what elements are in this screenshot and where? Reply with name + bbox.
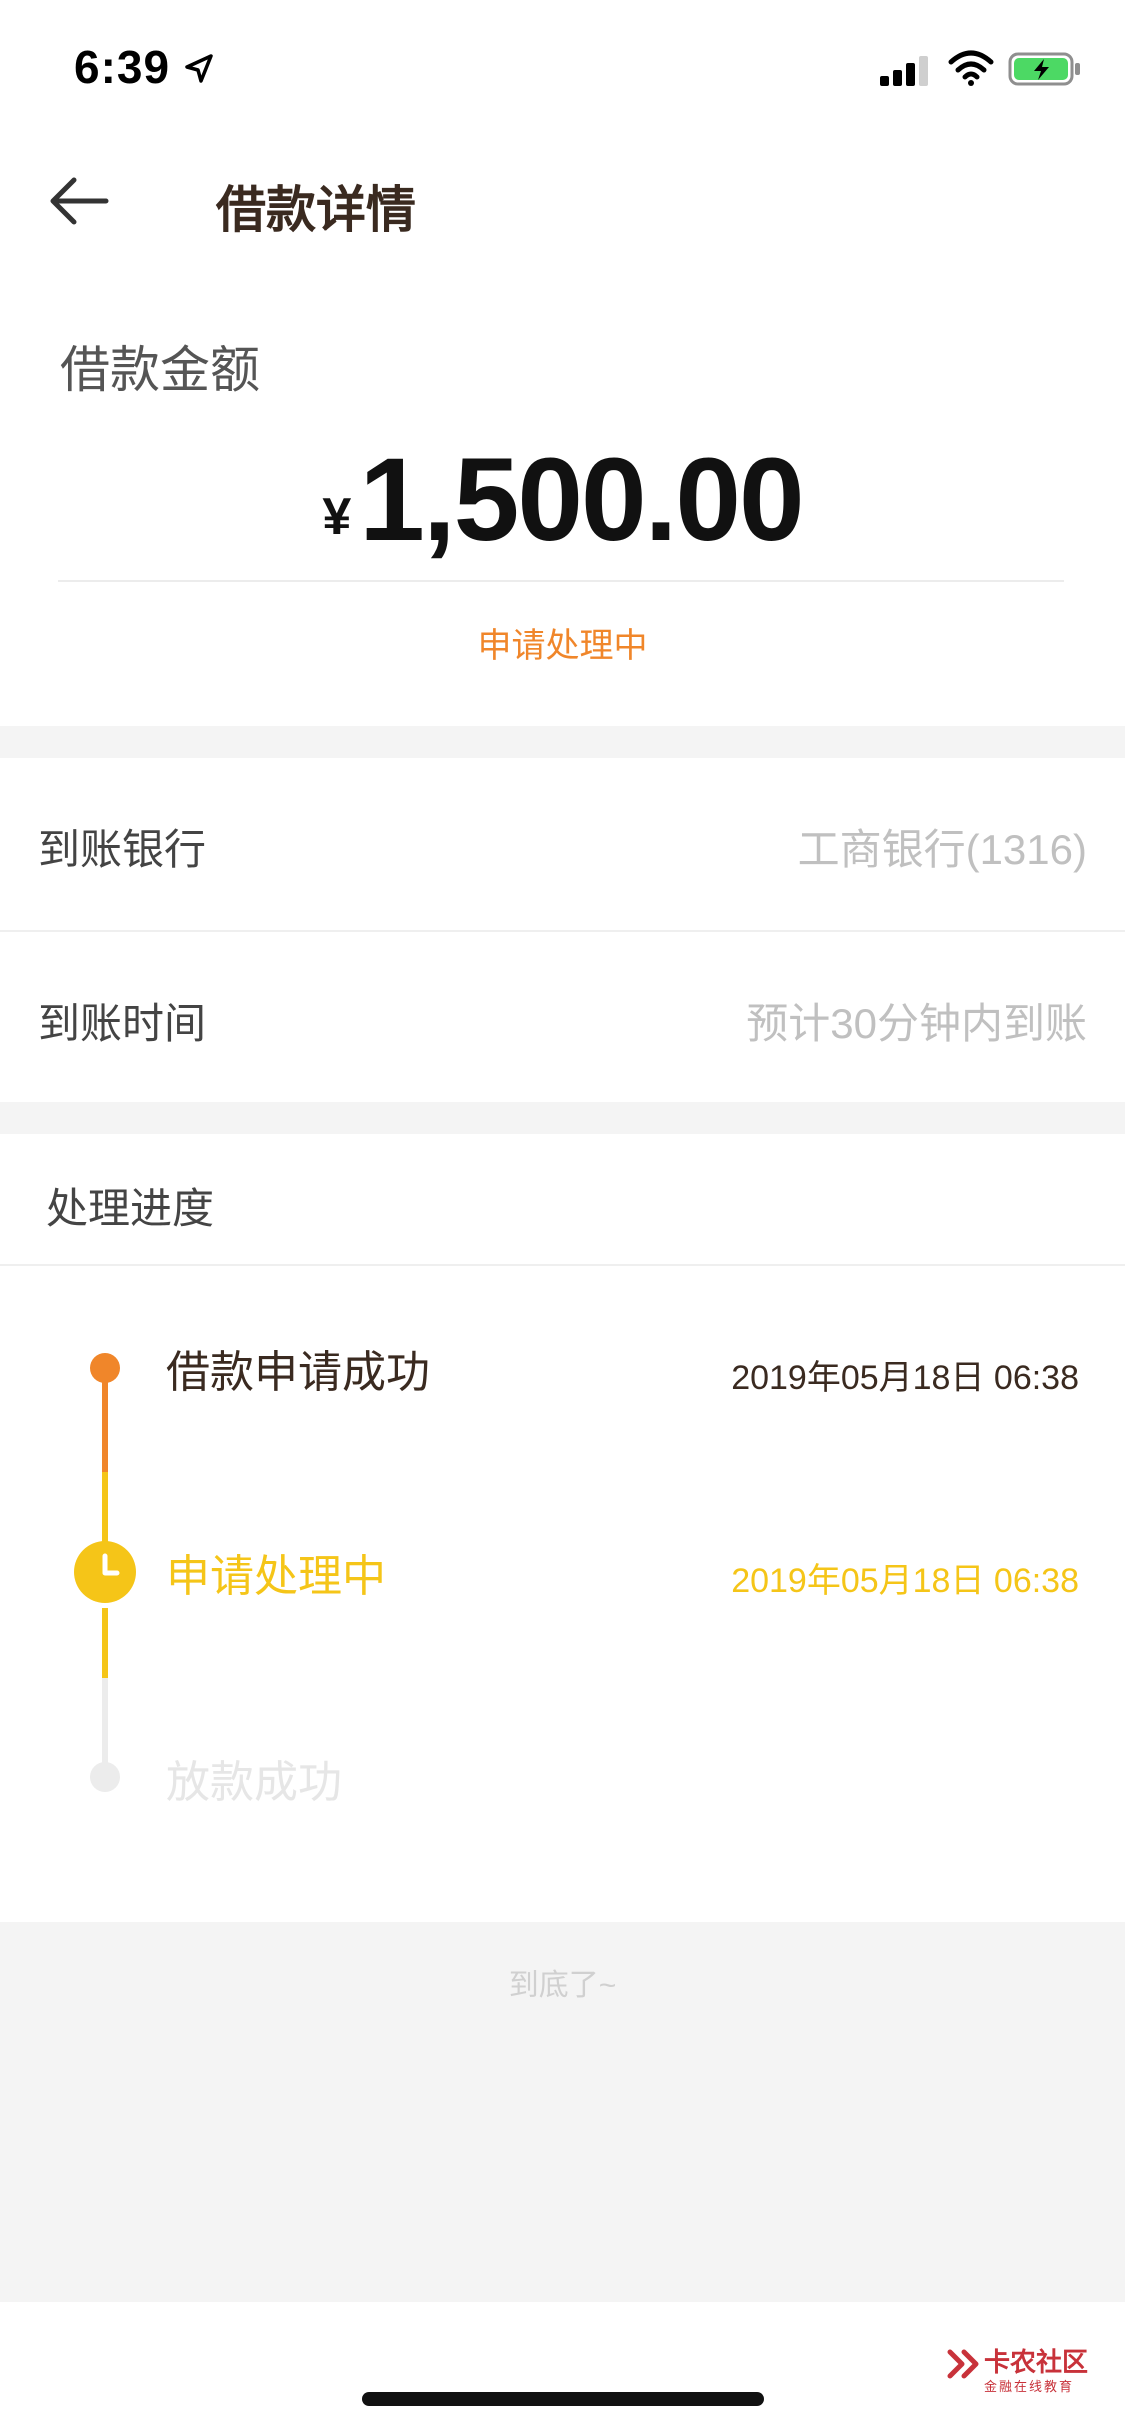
- signal-icon: [880, 56, 928, 86]
- timeline-line-current-lower: [102, 1608, 108, 1678]
- page-title: 借款详情: [216, 182, 416, 238]
- battery-charging-icon: [1008, 52, 1080, 86]
- bank-value: 工商银行(1316): [797, 826, 1087, 873]
- amount-label: 借款金额: [60, 342, 260, 398]
- arrival-time-value: 预计30分钟内到账: [746, 1000, 1087, 1047]
- location-arrow-icon: [185, 54, 213, 83]
- amount-divider: [58, 580, 1064, 582]
- status-time: 6:39: [74, 41, 171, 93]
- step-time-current: 2019年05月18日 06:38: [731, 1562, 1079, 1600]
- watermark-title: 卡农社区: [984, 2347, 1089, 2377]
- section-gap: [0, 726, 1125, 758]
- bank-label: 到账银行: [38, 826, 207, 873]
- application-status: 申请处理中: [477, 627, 648, 665]
- home-indicator[interactable]: [362, 2392, 764, 2406]
- step-done-dot: [90, 1353, 120, 1383]
- section-gap: [0, 1102, 1125, 1134]
- progress-title: 处理进度: [46, 1185, 215, 1232]
- row-divider: [0, 930, 1125, 932]
- loan-amount: 1,500.00: [359, 434, 804, 566]
- step-pending-dot: [90, 1762, 120, 1792]
- watermark-subtitle: 金融在线教育: [984, 2379, 1075, 2394]
- amount-row: ¥1,500.00: [0, 432, 1125, 568]
- wifi-icon: [948, 50, 994, 86]
- progress-divider: [0, 1264, 1125, 1266]
- arrow-left-icon[interactable]: [46, 166, 116, 236]
- currency-symbol: ¥: [322, 488, 352, 546]
- timeline-line-done: [102, 1368, 108, 1472]
- watermark-logo-icon: [947, 2349, 979, 2379]
- step-title-pending: 放款成功: [166, 1758, 342, 1807]
- step-time: 2019年05月18日 06:38: [731, 1359, 1079, 1397]
- clock-icon: [74, 1541, 136, 1603]
- step-title: 借款申请成功: [166, 1348, 430, 1397]
- step-title-current: 申请处理中: [166, 1552, 386, 1601]
- arrival-time-label: 到账时间: [38, 1000, 207, 1047]
- end-of-list-text: 到底了~: [508, 1969, 617, 2002]
